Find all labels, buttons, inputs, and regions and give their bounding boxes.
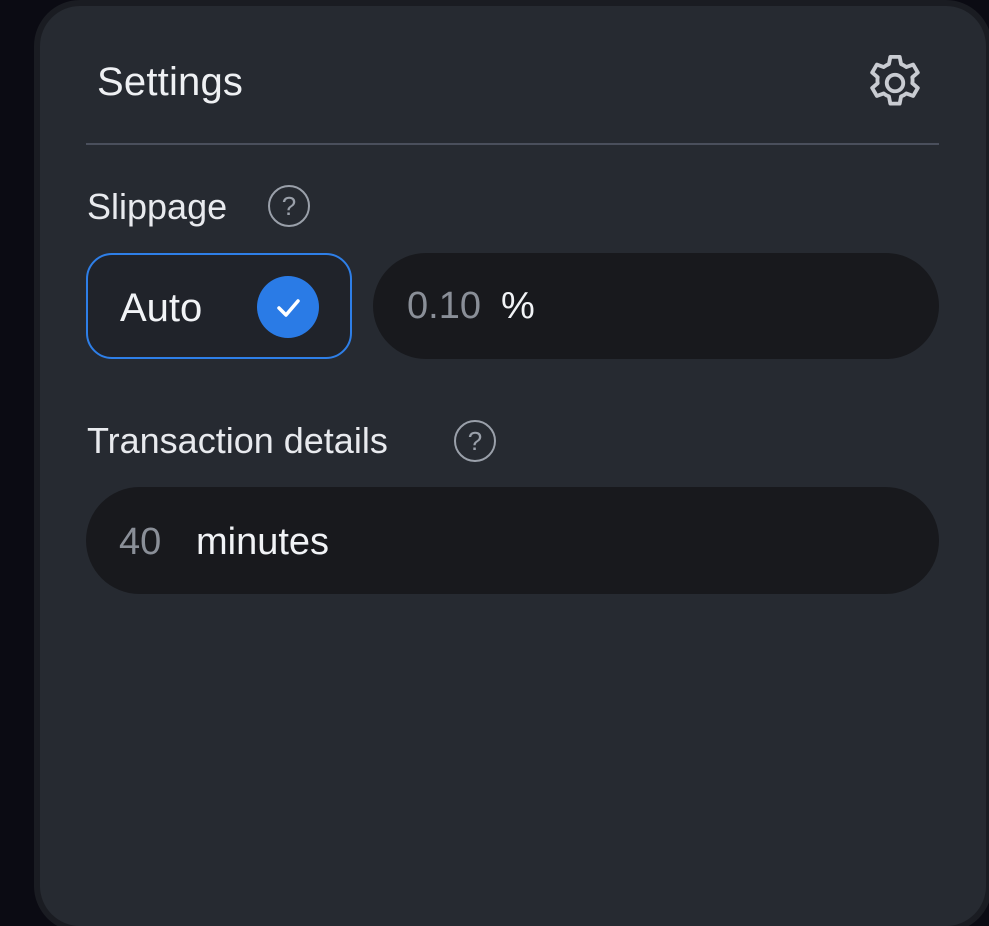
deadline-value: 40 xyxy=(119,521,162,563)
check-icon xyxy=(257,276,319,338)
slippage-help-icon[interactable]: ? xyxy=(268,185,310,227)
transaction-help-icon[interactable]: ? xyxy=(454,420,496,462)
gear-icon[interactable] xyxy=(862,50,928,116)
slippage-unit: % xyxy=(501,285,535,327)
slippage-label: Slippage xyxy=(87,186,228,227)
page-title: Settings xyxy=(97,60,244,104)
transaction-details-label: Transaction details xyxy=(87,420,388,461)
slippage-input[interactable]: 0.10 % xyxy=(373,253,939,359)
auto-slippage-button[interactable]: Auto xyxy=(86,253,352,359)
deadline-unit: minutes xyxy=(196,521,330,563)
auto-label: Auto xyxy=(120,286,203,330)
header-divider xyxy=(86,143,939,145)
slippage-value: 0.10 xyxy=(407,285,481,327)
transaction-deadline-input[interactable]: 40 minutes xyxy=(86,487,939,594)
